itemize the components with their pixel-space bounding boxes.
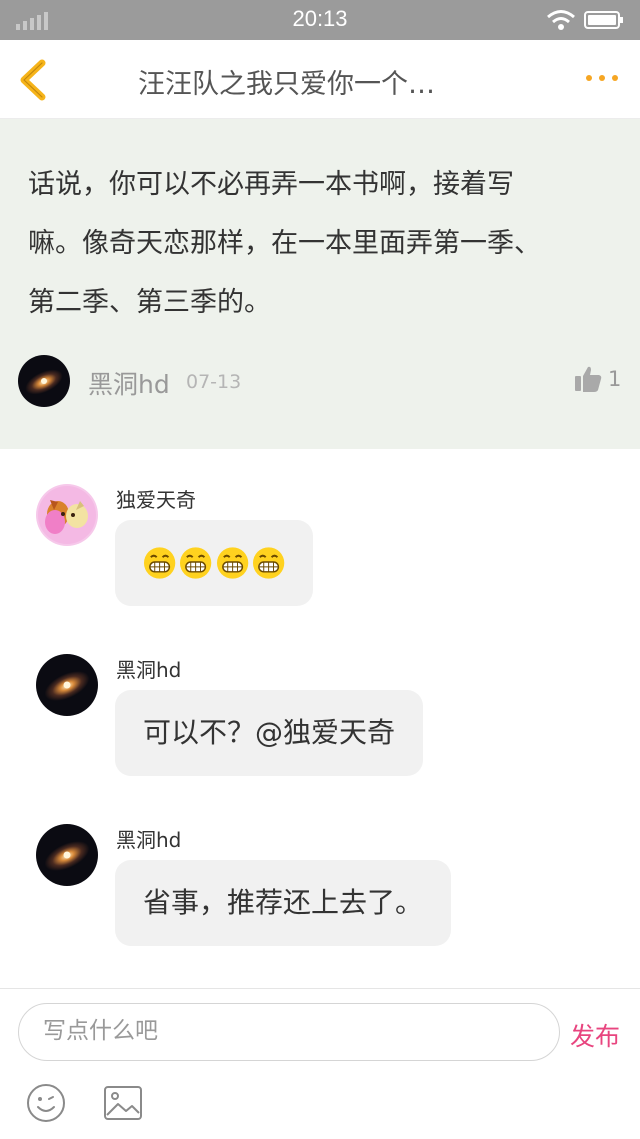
post-author[interactable]: 黑洞hd bbox=[88, 365, 170, 401]
original-post: 话说，你可以不必再弄一本书啊，接着写 嘛。像奇天恋那样，在一本里面弄第一季、 第… bbox=[0, 119, 640, 449]
nav-bar: 汪汪队之我只爱你一个… bbox=[0, 40, 640, 119]
avatar[interactable] bbox=[36, 654, 98, 716]
page-title: 汪汪队之我只爱你一个… bbox=[138, 69, 435, 100]
status-time: 20:13 bbox=[292, 6, 348, 31]
image-icon bbox=[104, 1086, 142, 1120]
emoji-row bbox=[143, 520, 285, 606]
image-picker-button[interactable] bbox=[103, 1085, 143, 1121]
more-button[interactable] bbox=[584, 68, 620, 88]
post-line: 第二季、第三季的。 bbox=[28, 287, 271, 318]
grinning-face-icon bbox=[143, 547, 176, 579]
send-button[interactable]: 发布 bbox=[570, 1017, 620, 1053]
like-count: 1 bbox=[608, 367, 622, 391]
post-date: 07-13 bbox=[186, 371, 242, 393]
grinning-face-icon bbox=[252, 547, 285, 579]
comment-author[interactable]: 黑洞hd bbox=[116, 654, 181, 683]
avatar[interactable] bbox=[36, 824, 98, 886]
post-line: 嘛。像奇天恋那样，在一本里面弄第一季、 bbox=[28, 228, 541, 259]
comment-item: 独爱天奇 bbox=[0, 484, 640, 634]
comment-input[interactable]: 写点什么吧 bbox=[18, 1003, 560, 1061]
post-content: 话说，你可以不必再弄一本书啊，接着写 嘛。像奇天恋那样，在一本里面弄第一季、 第… bbox=[28, 155, 598, 332]
comment-item: 黑洞hd 省事，推荐还上去了。 bbox=[0, 824, 640, 974]
wifi-icon bbox=[547, 10, 575, 30]
grinning-face-icon bbox=[180, 547, 212, 579]
comment-author[interactable]: 黑洞hd bbox=[116, 824, 181, 853]
comment-item: 黑洞hd 可以不？@独爱天奇 bbox=[0, 654, 640, 804]
post-line: 话说，你可以不必再弄一本书啊，接着写 bbox=[28, 169, 514, 200]
status-bar: 20:13 bbox=[0, 0, 640, 40]
comment-bubble: 可以不？@独爱天奇 bbox=[115, 690, 424, 776]
comment-author[interactable]: 独爱天奇 bbox=[116, 484, 196, 513]
comment-input-bar: 写点什么吧 发布 bbox=[0, 988, 640, 1139]
comment-input-placeholder: 写点什么吧 bbox=[43, 1018, 158, 1044]
avatar[interactable] bbox=[36, 484, 98, 546]
back-button[interactable] bbox=[14, 58, 54, 102]
comment-bubble: 省事，推荐还上去了。 bbox=[115, 860, 452, 946]
smiley-icon bbox=[27, 1084, 65, 1122]
more-dots-icon bbox=[586, 75, 618, 81]
chevron-left-icon bbox=[20, 59, 46, 101]
emoji-picker-button[interactable] bbox=[26, 1083, 66, 1123]
avatar[interactable] bbox=[18, 355, 70, 407]
thumbs-up-icon bbox=[575, 366, 602, 392]
like-button[interactable] bbox=[574, 365, 602, 393]
grinning-face-icon bbox=[216, 547, 248, 579]
battery-icon bbox=[584, 11, 623, 29]
comment-bubble bbox=[115, 520, 313, 606]
